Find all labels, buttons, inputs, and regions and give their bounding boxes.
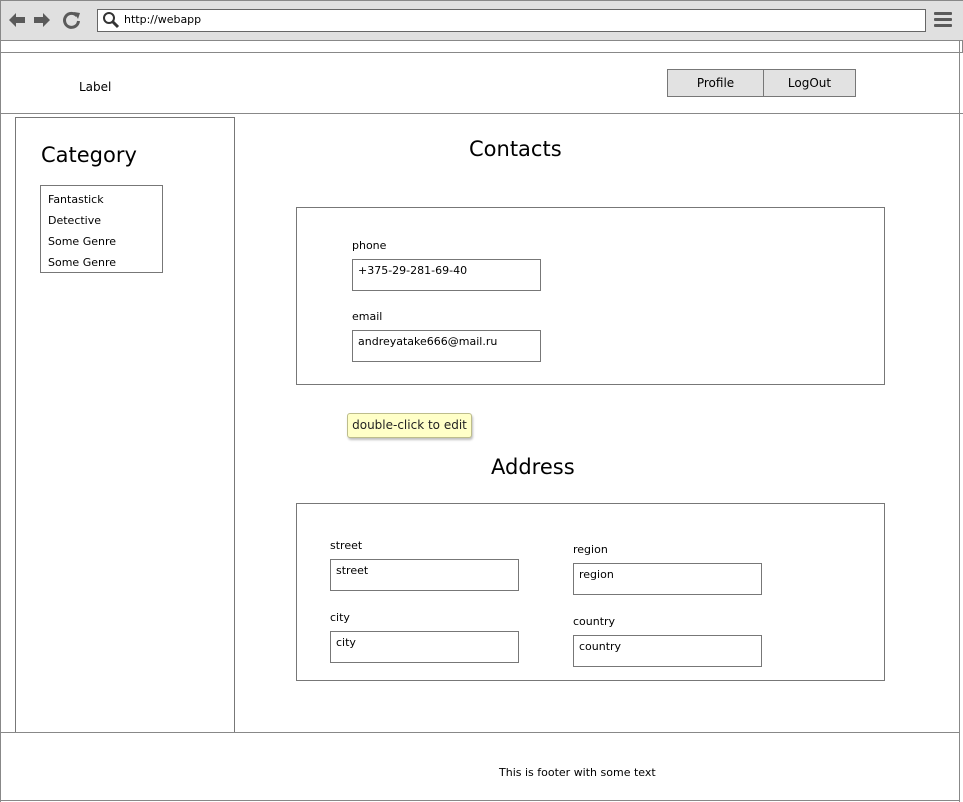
logout-button[interactable]: LogOut [764,70,855,96]
category-item[interactable]: Detective [41,210,162,231]
category-item[interactable]: Fantastick [41,189,162,210]
phone-label: phone [352,239,387,252]
country-field[interactable]: country [573,635,762,667]
page-right-border [959,41,960,802]
url-text: http://webapp [124,13,202,26]
url-field[interactable] [97,9,926,32]
category-item[interactable]: Some Genre [41,252,162,273]
hamburger-menu-icon[interactable] [934,12,952,28]
footer-bottom-border [0,800,960,801]
arrow-right-icon[interactable] [32,10,52,30]
city-label: city [330,611,350,624]
footer-divider [0,732,960,733]
header-divider [0,113,963,114]
street-label: street [330,539,363,552]
region-label: region [573,543,608,556]
search-icon [102,11,120,29]
header-label: Label [79,80,112,94]
sidebar-title: Category [41,143,137,167]
footer-text: This is footer with some text [499,766,656,779]
profile-button[interactable]: Profile [668,70,764,96]
address-title: Address [491,455,575,479]
arrow-left-icon[interactable] [7,10,27,30]
reload-icon[interactable] [62,10,82,30]
country-label: country [573,615,616,628]
category-item[interactable]: Some Genre [41,231,162,252]
email-label: email [352,310,383,323]
city-field[interactable]: city [330,631,519,663]
category-list: Fantastick Detective Some Genre Some Gen… [40,185,163,273]
contacts-title: Contacts [469,137,562,161]
phone-field[interactable]: +375-29-281-69-40 [352,259,541,291]
region-field[interactable]: region [573,563,762,595]
edit-tooltip: double-click to edit [347,413,472,438]
email-field[interactable]: andreyatake666@mail.ru [352,330,541,362]
header-button-bar: Profile LogOut [667,69,856,97]
browser-chrome-gap [0,41,963,53]
page-left-border [0,41,1,802]
street-field[interactable]: street [330,559,519,591]
